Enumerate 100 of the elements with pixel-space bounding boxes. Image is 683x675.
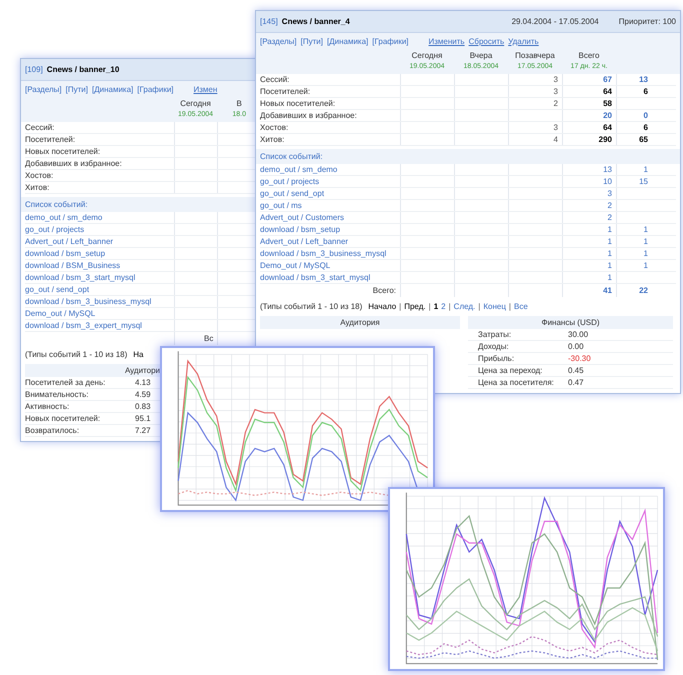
event-link[interactable]: download / bsm_3_business_mysql (260, 248, 400, 259)
column-header: Всего (578, 50, 600, 61)
column-header: Сегодня (180, 98, 211, 109)
event-link[interactable]: download / bsm_setup (260, 224, 400, 235)
row-label: Активность: (25, 401, 70, 412)
pagination-text: Начало (368, 301, 396, 312)
pagination-separator: | (448, 301, 451, 312)
event-link[interactable]: go_out / send_opt (25, 284, 174, 295)
table-cell: 13 (639, 74, 648, 85)
table-cell: 4 (554, 134, 558, 145)
action-link[interactable]: Удалить (508, 36, 539, 47)
report-id-link[interactable]: [109] (25, 64, 43, 75)
total-label: Всего: (372, 285, 396, 296)
table-cell: 1 (644, 224, 648, 235)
table-cell: 65 (639, 134, 648, 145)
window-title: Cnews / banner_10 (46, 64, 120, 75)
event-link[interactable]: go_out / ms (260, 200, 400, 211)
table-cell: 1 (608, 224, 612, 235)
row-label: Новых посетителей: (25, 146, 102, 157)
row-label: Хитов: (25, 182, 50, 193)
event-link[interactable]: download / bsm_3_start_mysql (260, 272, 400, 283)
table-cell: 13 (603, 164, 612, 175)
report-id-link[interactable]: [145] (260, 16, 278, 27)
event-link[interactable]: download / bsm_setup (25, 248, 174, 259)
table-cell: 1 (644, 248, 648, 259)
row-value: 0.00 (568, 341, 584, 352)
table-cell: 10 (603, 176, 612, 187)
table-cell: 1 (608, 248, 612, 259)
row-value: 4.13 (135, 377, 151, 388)
pagination-link[interactable]: 2 (441, 301, 446, 312)
event-link[interactable]: Demo_out / MySQL (260, 260, 400, 271)
event-link[interactable]: download / BSM_Business (25, 260, 174, 271)
pagination-text: На (133, 349, 144, 360)
column-header: Сегодня (412, 50, 442, 61)
column-header: Вчера (470, 50, 492, 61)
row-label: Сессий: (260, 74, 290, 85)
pagination-text: Пред. (404, 301, 426, 312)
nav-link[interactable]: [Графики] (137, 84, 174, 95)
row-label: Цена за переход: (477, 365, 544, 376)
event-link[interactable]: go_out / send_opt (260, 188, 400, 199)
table-cell: 1 (644, 260, 648, 271)
row-label: Хостов: (260, 122, 290, 133)
pagination-link[interactable]: Все (514, 301, 528, 312)
table-cell: 67 (603, 74, 612, 85)
total-label: Вс (204, 333, 214, 344)
table-cell: 1 (608, 272, 612, 283)
current-page: 1 (434, 301, 438, 312)
pagination-link[interactable]: Конец (483, 301, 506, 312)
nav-link[interactable]: [Пути] (66, 84, 88, 95)
event-link[interactable]: Demo_out / MySQL (25, 308, 174, 319)
table-cell: 15 (639, 176, 648, 187)
row-label: Сессий: (25, 122, 56, 133)
row-label: Добавивших в избранное: (260, 110, 358, 121)
event-link[interactable]: Advert_out / Left_banner (25, 236, 174, 247)
row-label: Хостов: (25, 170, 54, 181)
pagination-separator: | (508, 301, 511, 312)
event-link[interactable]: demo_out / sm_demo (25, 212, 174, 223)
period-text: 29.04.2004 - 17.05.2004 (512, 16, 599, 27)
section-heading: Аудитори (124, 365, 160, 376)
action-link[interactable]: Измен (194, 84, 218, 95)
row-value: -30.30 (568, 353, 591, 364)
event-link[interactable]: download / bsm_3_start_mysql (25, 272, 174, 283)
row-label: Посетителей: (25, 134, 76, 145)
event-link[interactable]: demo_out / sm_demo (260, 164, 400, 175)
table-cell: 0 (644, 110, 648, 121)
table-cell: 3 (554, 74, 558, 85)
nav-link[interactable]: [Динамика] (326, 36, 368, 47)
table-cell: 64 (603, 122, 612, 133)
window-title: Cnews / banner_4 (282, 16, 350, 27)
pagination-separator: | (478, 301, 480, 312)
event-link[interactable]: download / bsm_3_expert_mysql (25, 320, 174, 331)
event-link[interactable]: go_out / projects (260, 176, 400, 187)
event-link[interactable]: go_out / projects (25, 224, 174, 235)
action-link[interactable]: Изменить (428, 36, 465, 47)
pagination-link[interactable]: След. (454, 301, 476, 312)
row-label: Доходы: (477, 341, 510, 352)
row-value: 0.83 (135, 401, 151, 412)
row-label: Новых посетителей: (25, 413, 102, 424)
event-link[interactable]: download / bsm_3_business_mysql (25, 296, 174, 307)
column-header: В (236, 98, 242, 109)
nav-link[interactable]: [Динамика] (92, 84, 134, 95)
row-label: Посетителей за день: (25, 377, 106, 388)
section-heading: Финансы (USD) (541, 317, 600, 328)
action-link[interactable]: Сбросить (468, 36, 504, 47)
nav-link[interactable]: [Пути] (300, 36, 323, 47)
event-link[interactable]: Advert_out / Customers (260, 212, 400, 223)
table-cell: 20 (603, 110, 612, 121)
row-label: Посетителей: (260, 86, 312, 97)
nav-link[interactable]: [Графики] (372, 36, 409, 47)
table-cell: 2 (608, 212, 612, 223)
row-label: Затраты: (477, 329, 512, 340)
row-label: Добавивших в избранное: (25, 158, 123, 169)
event-link[interactable]: Advert_out / Left_banner (260, 236, 400, 247)
pagination-separator: | (428, 301, 431, 312)
table-cell: 1 (608, 260, 612, 271)
nav-link[interactable]: [Разделы] (260, 36, 297, 47)
column-header: Позавчера (515, 50, 555, 61)
pagination-summary: (Типы событий 1 - 10 из 18) (260, 301, 362, 312)
nav-link[interactable]: [Разделы] (25, 84, 62, 95)
table-cell: 1 (608, 236, 612, 247)
